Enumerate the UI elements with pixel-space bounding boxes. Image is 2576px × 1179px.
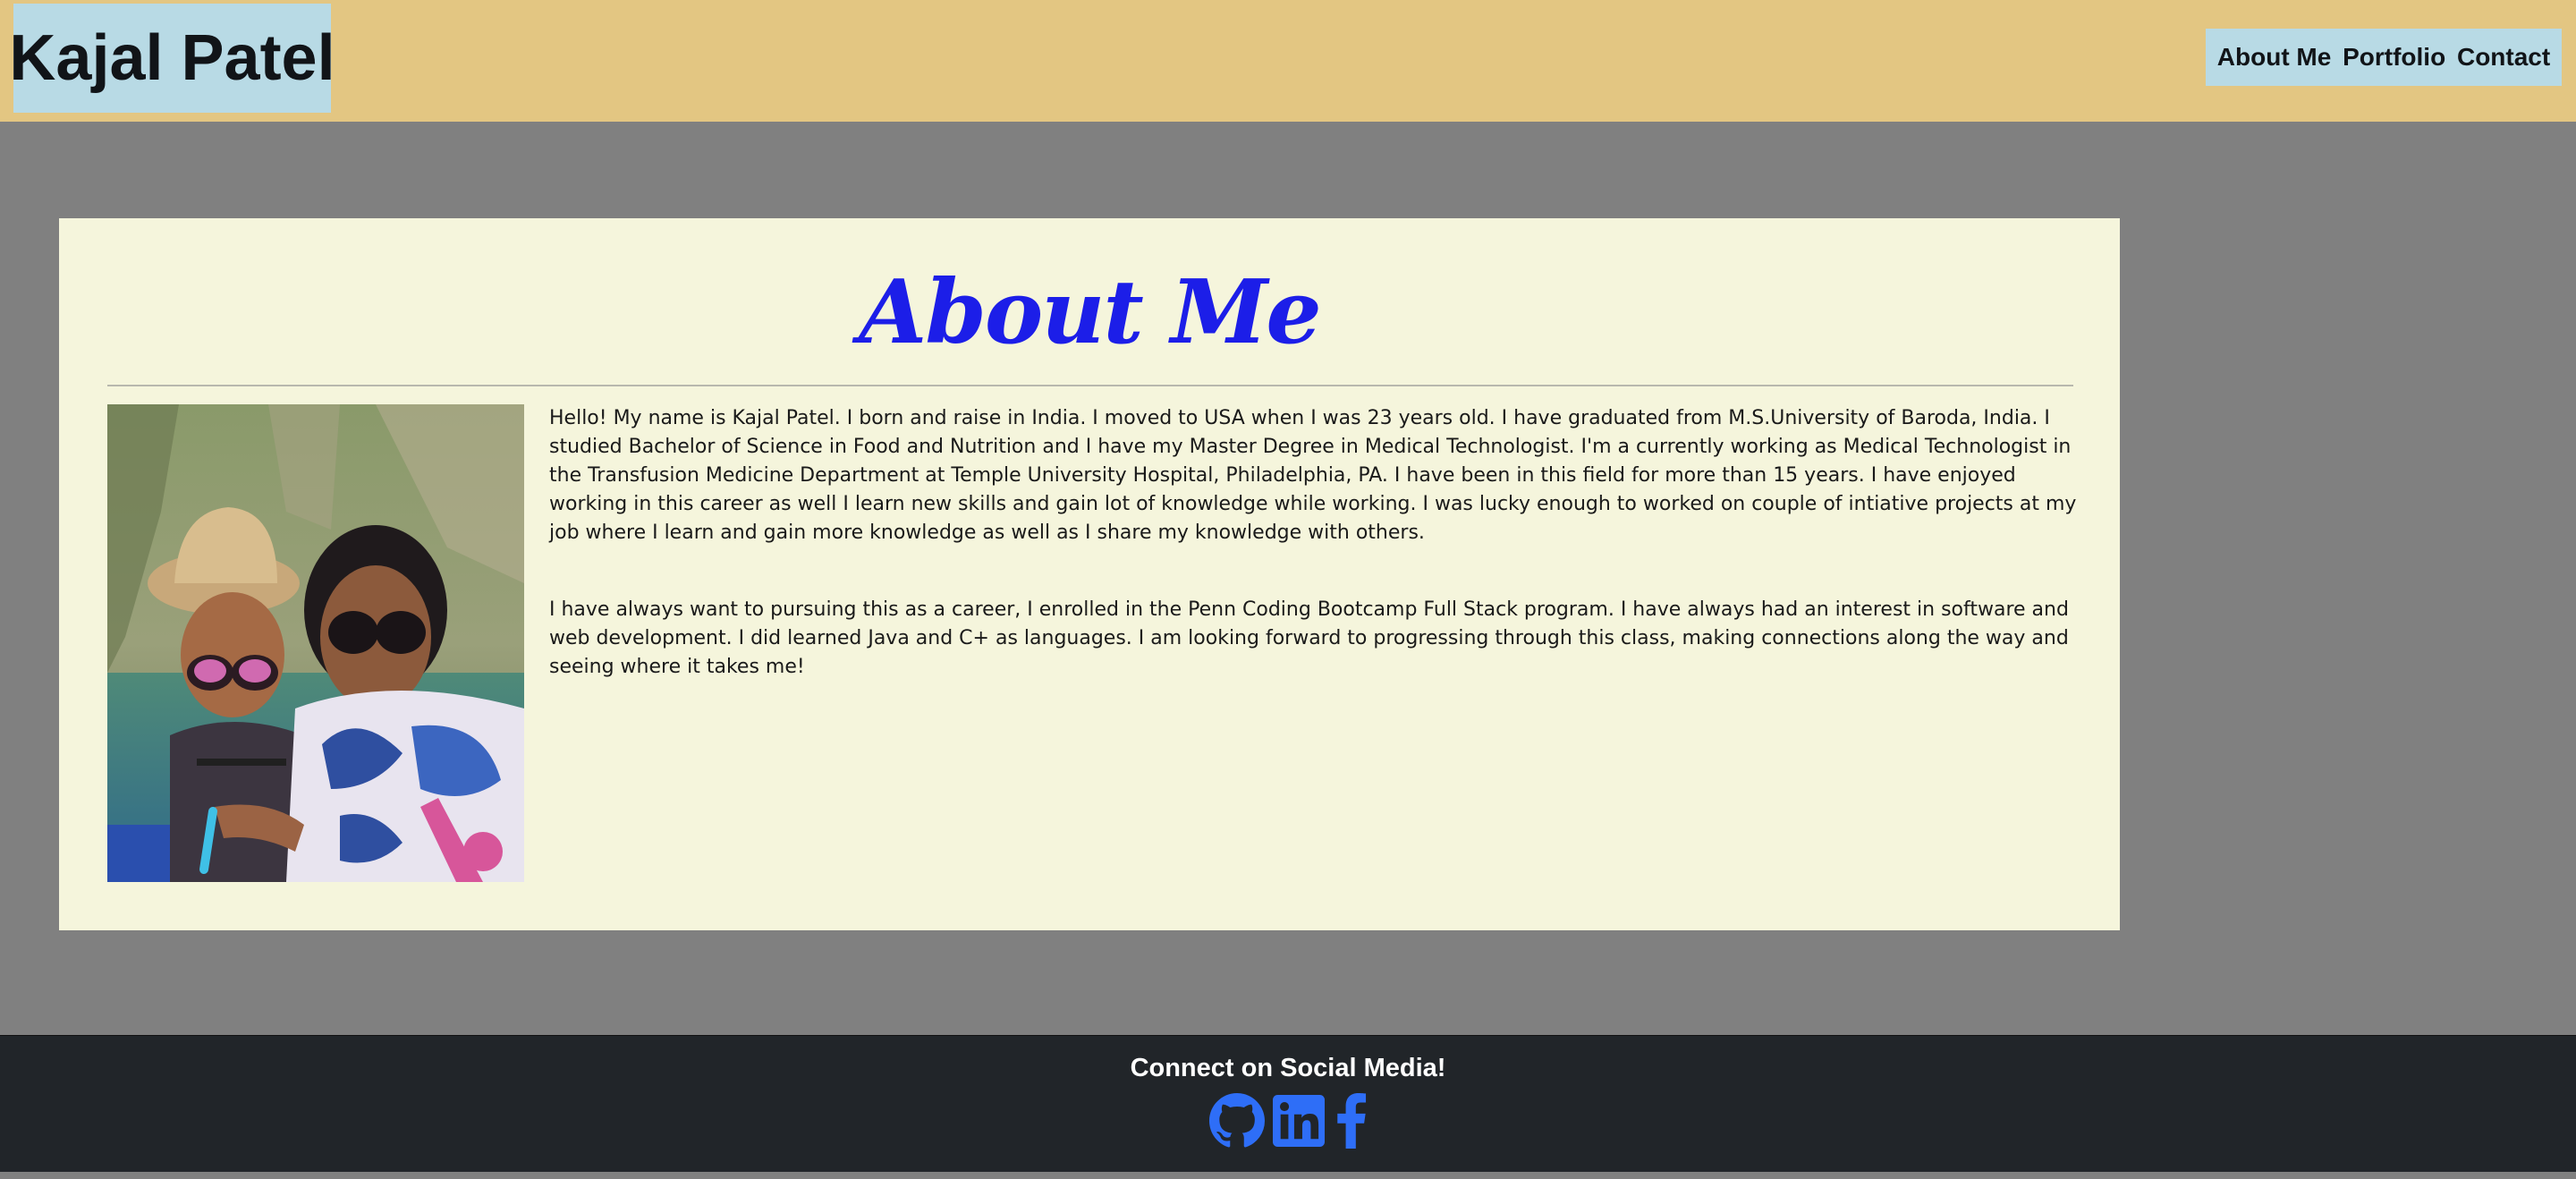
facebook-icon[interactable]: [1333, 1093, 1368, 1152]
github-icon[interactable]: [1209, 1093, 1265, 1152]
linkedin-icon[interactable]: [1273, 1095, 1325, 1150]
about-bio: Hello! My name is Kajal Patel. I born an…: [549, 404, 2079, 730]
site-footer: Connect on Social Media!: [0, 1035, 2576, 1172]
nav-contact[interactable]: Contact: [2457, 43, 2550, 72]
social-links: [1209, 1093, 1368, 1152]
about-title: About Me: [859, 261, 1321, 364]
nav-portfolio[interactable]: Portfolio: [2343, 43, 2445, 72]
nav-about-me[interactable]: About Me: [2217, 43, 2332, 72]
bio-paragraph: I have always want to pursuing this as a…: [549, 598, 2069, 678]
main-nav: About Me Portfolio Contact: [2206, 29, 2562, 86]
site-header: Kajal Patel About Me Portfolio Contact: [0, 0, 2576, 122]
site-brand[interactable]: Kajal Patel: [9, 4, 335, 113]
title-divider: [107, 385, 2073, 386]
profile-photo: [107, 404, 524, 882]
bio-paragraph: Hello! My name is Kajal Patel. I born an…: [549, 407, 2077, 544]
about-card: About Me Hello! My name is Kajal Patel. …: [59, 218, 2120, 930]
footer-title: Connect on Social Media!: [1130, 1054, 1446, 1082]
